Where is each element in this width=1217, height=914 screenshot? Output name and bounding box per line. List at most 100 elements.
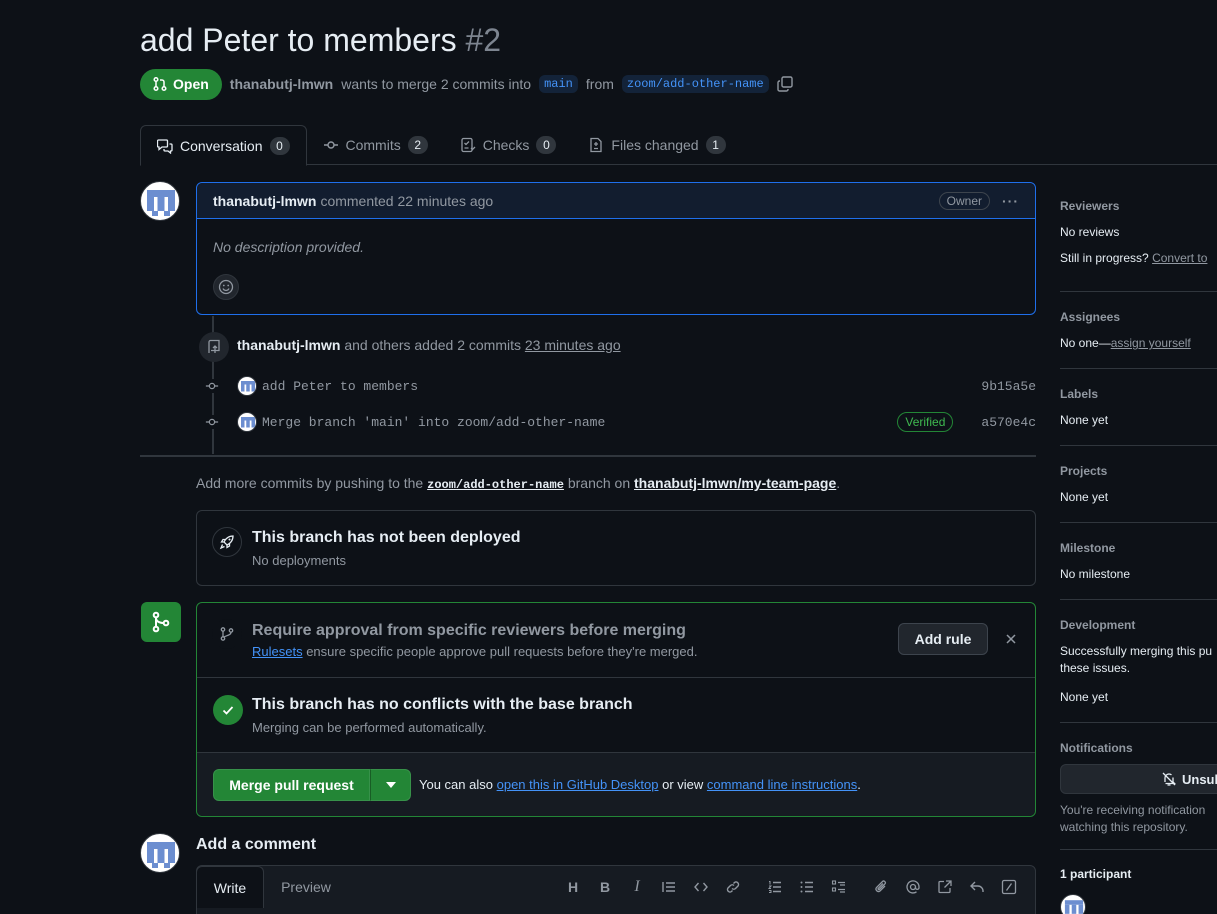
labels-title[interactable]: Labels: [1060, 387, 1098, 401]
assignees-value: No one—: [1060, 336, 1111, 350]
bell-slash-icon: [1162, 772, 1177, 786]
merge-options-button[interactable]: [370, 769, 411, 801]
tab-conversation[interactable]: Conversation 0: [140, 125, 307, 166]
unordered-list-icon[interactable]: [791, 876, 823, 898]
copy-icon[interactable]: [777, 76, 793, 92]
reviewers-title[interactable]: Reviewers: [1060, 199, 1119, 213]
paperclip-icon[interactable]: [865, 876, 897, 898]
heading-icon[interactable]: H: [557, 876, 589, 898]
labels-section: Labels None yet: [1060, 369, 1217, 446]
merge-pull-request-button[interactable]: Merge pull request: [213, 769, 370, 801]
comment-action: commented 22 minutes ago: [320, 192, 494, 209]
milestone-value: No milestone: [1060, 567, 1131, 581]
also-text: You can also: [419, 777, 493, 792]
unsubscribe-label: Unsub: [1182, 771, 1217, 787]
git-pull-request-icon: [153, 76, 167, 92]
owner-badge: Owner: [938, 191, 990, 210]
git-commit-icon: [205, 379, 219, 393]
deployment-box: This branch has not been deployed No dep…: [196, 510, 1036, 586]
close-icon[interactable]: [1003, 631, 1019, 647]
notification-line1: You're receiving notification: [1060, 803, 1206, 817]
ruleset-section: Require approval from specific reviewers…: [197, 603, 1035, 678]
development-title[interactable]: Development: [1060, 618, 1135, 632]
participants-title: 1 participant: [1060, 867, 1132, 881]
repo-push-icon: [199, 332, 229, 362]
participant-avatar[interactable]: [1060, 894, 1086, 914]
pr-author-link[interactable]: thanabutj-lmwn: [230, 76, 333, 92]
kebab-menu-icon[interactable]: ···: [1002, 193, 1019, 209]
tab-files-changed[interactable]: Files changed 1: [572, 125, 741, 165]
development-line2: these issues.: [1060, 661, 1131, 675]
milestone-section: Milestone No milestone: [1060, 523, 1217, 600]
commit-message[interactable]: add Peter to members: [262, 379, 418, 394]
push-hint-branch[interactable]: zoom/add-other-name: [427, 478, 564, 492]
event-author[interactable]: thanabutj-lmwn: [237, 337, 340, 353]
comment-editor: Write Preview H B I: [196, 865, 1036, 914]
comment-author[interactable]: thanabutj-lmwn: [213, 193, 316, 209]
event-text: and others added 2 commits: [344, 337, 521, 353]
avatar[interactable]: [140, 833, 180, 873]
tab-checks[interactable]: Checks 0: [444, 125, 573, 165]
projects-title[interactable]: Projects: [1060, 464, 1107, 478]
commits-event: thanabutj-lmwn and others added 2 commit…: [237, 337, 621, 353]
timeline-divider: [140, 455, 1036, 457]
task-list-icon[interactable]: [823, 876, 855, 898]
commit-message[interactable]: Merge branch 'main' into zoom/add-other-…: [262, 415, 605, 430]
cli-instructions-link[interactable]: command line instructions: [707, 777, 857, 792]
commit-sha[interactable]: a570e4c: [981, 415, 1036, 430]
italic-icon[interactable]: I: [621, 876, 653, 898]
github-desktop-link[interactable]: open this in GitHub Desktop: [497, 777, 659, 792]
base-branch[interactable]: main: [539, 75, 578, 93]
tab-conversation-count: 0: [269, 136, 290, 155]
quote-icon[interactable]: [653, 876, 685, 898]
tab-checks-label: Checks: [482, 137, 530, 153]
cross-reference-icon[interactable]: [929, 876, 961, 898]
assignees-section: Assignees No one—assign yourself: [1060, 292, 1217, 369]
tab-preview[interactable]: Preview: [271, 866, 341, 908]
commit-avatar[interactable]: [237, 412, 257, 432]
merge-text: wants to merge 2 commits into: [341, 76, 532, 92]
tab-files-label: Files changed: [611, 137, 699, 153]
tab-commits-count: 2: [407, 136, 428, 154]
event-time[interactable]: 23 minutes ago: [525, 337, 621, 353]
git-branch-icon: [212, 619, 242, 649]
tab-commits-label: Commits: [345, 137, 401, 153]
slash-command-icon[interactable]: [993, 876, 1025, 898]
projects-value: None yet: [1060, 490, 1109, 504]
rulesets-link[interactable]: Rulesets: [252, 644, 303, 659]
milestone-title[interactable]: Milestone: [1060, 541, 1115, 555]
open-badge-label: Open: [173, 76, 209, 92]
commit-sha[interactable]: 9b15a5e: [981, 379, 1036, 394]
head-branch[interactable]: zoom/add-other-name: [621, 75, 769, 93]
push-hint-repo[interactable]: thanabutj-lmwn/my-team-page: [634, 475, 836, 491]
ordered-list-icon[interactable]: [759, 876, 791, 898]
mention-icon[interactable]: [897, 876, 929, 898]
bold-icon[interactable]: B: [589, 876, 621, 898]
tab-write[interactable]: Write: [196, 866, 264, 908]
assignees-title[interactable]: Assignees: [1060, 310, 1120, 324]
add-reaction-button[interactable]: [213, 274, 239, 300]
notifications-section: Notifications Unsub You're receiving not…: [1060, 723, 1217, 850]
pr-number: #2: [465, 22, 502, 58]
add-rule-button[interactable]: Add rule: [898, 623, 988, 655]
verified-badge[interactable]: Verified: [897, 412, 954, 432]
comment-body: No description provided.: [213, 239, 364, 255]
reviewers-value: No reviews: [1060, 225, 1120, 239]
avatar[interactable]: [140, 181, 180, 221]
push-hint-prefix: Add more commits by pushing to the: [196, 475, 424, 491]
convert-to-draft-link[interactable]: Convert to: [1152, 251, 1207, 265]
tab-commits[interactable]: Commits 2: [307, 125, 444, 165]
projects-section: Projects None yet: [1060, 446, 1217, 523]
code-icon[interactable]: [685, 876, 717, 898]
check-icon: [213, 695, 243, 725]
smiley-icon: [218, 279, 234, 295]
assign-yourself-link[interactable]: assign yourself: [1111, 336, 1191, 350]
reply-icon[interactable]: [961, 876, 993, 898]
push-hint-suffix: .: [836, 475, 841, 491]
commit-avatar[interactable]: [237, 376, 257, 396]
link-icon[interactable]: [717, 876, 749, 898]
labels-value: None yet: [1060, 413, 1109, 427]
git-commit-icon: [323, 141, 338, 149]
unsubscribe-button[interactable]: Unsub: [1060, 764, 1217, 794]
file-diff-icon: [590, 137, 603, 153]
